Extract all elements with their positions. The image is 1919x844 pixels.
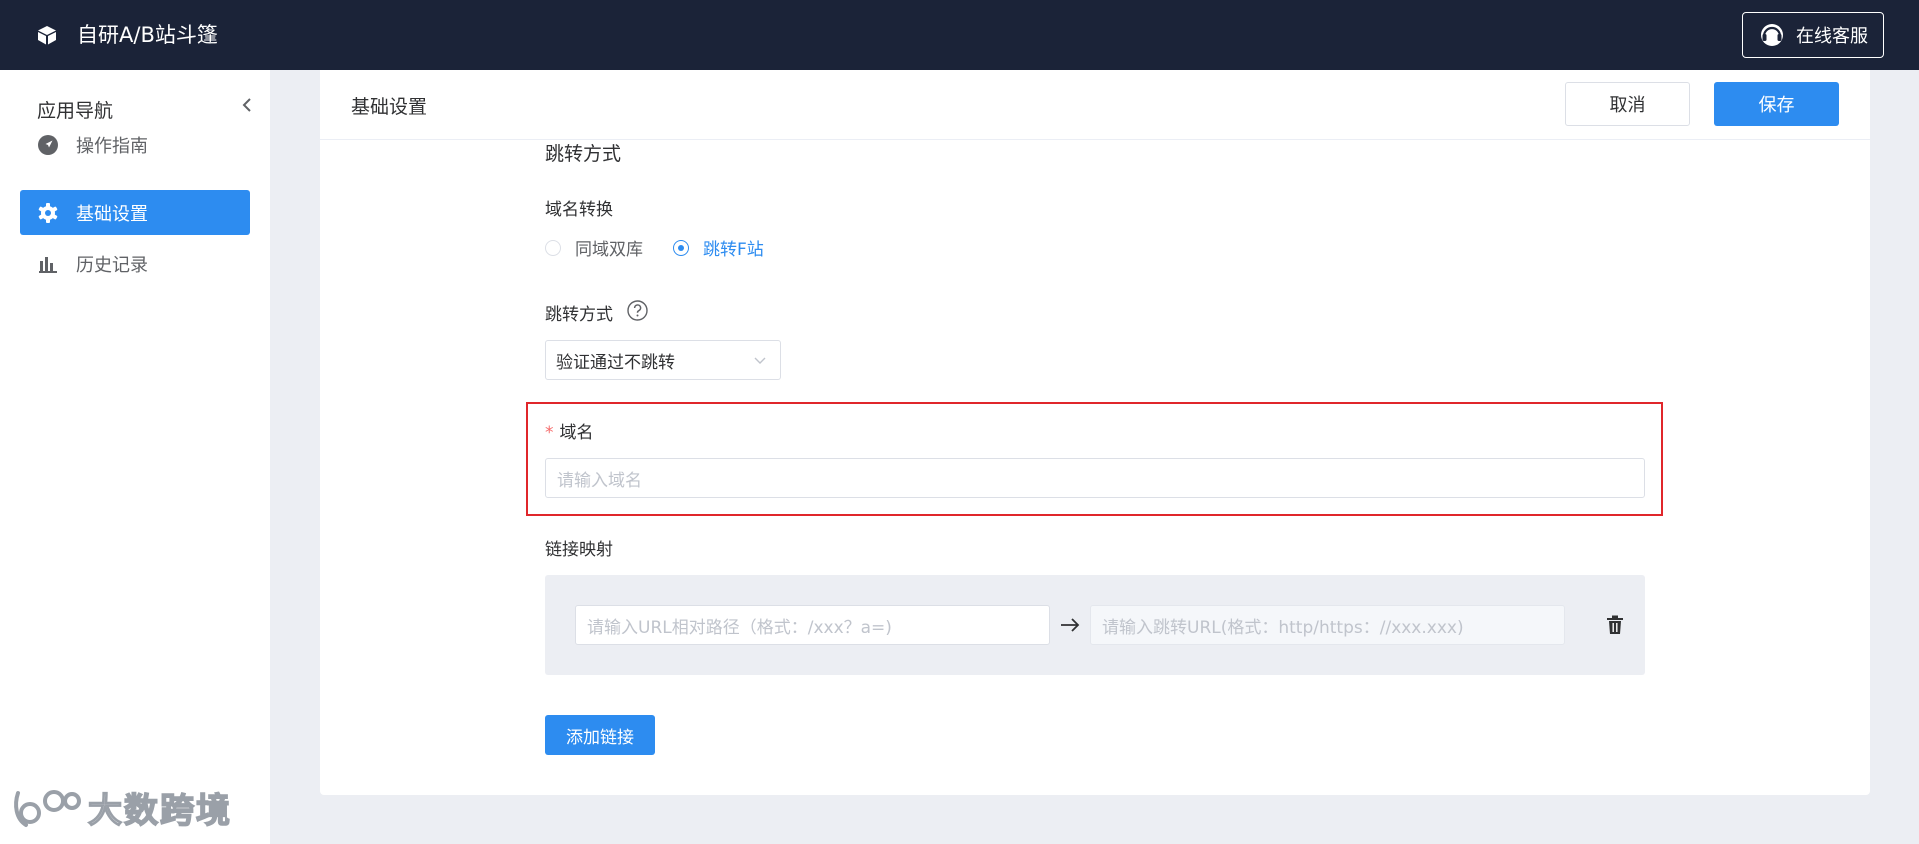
chevron-left-icon[interactable] xyxy=(238,96,256,114)
redirect-url-placeholder: 请输入跳转URL(格式：http/https：//xxx.xxx) xyxy=(1102,617,1464,638)
sidebar-header: 应用导航 xyxy=(37,100,114,122)
radio-label: 同域双库 xyxy=(575,240,643,260)
add-link-button[interactable]: 添加链接 xyxy=(545,715,655,755)
cancel-button[interactable]: 取消 xyxy=(1565,82,1690,126)
domain-input-placeholder: 请输入域名 xyxy=(557,470,642,491)
app-title: 自研A/B站斗篷 xyxy=(77,23,218,47)
sidebar-item-guide[interactable]: 操作指南 xyxy=(20,122,250,167)
watermark-logo-icon xyxy=(14,789,81,827)
page-title: 基础设置 xyxy=(351,96,428,118)
radio-label: 跳转F站 xyxy=(703,240,764,260)
card-header: 基础设置 取消 保存 xyxy=(320,70,1870,140)
online-support-button[interactable]: 在线客服 xyxy=(1742,12,1884,58)
url-path-input[interactable]: 请输入URL相对路径（格式：/xxx？a=) xyxy=(575,605,1050,645)
redirect-url-input[interactable]: 请输入跳转URL(格式：http/https：//xxx.xxx) xyxy=(1090,605,1565,645)
url-path-placeholder: 请输入URL相对路径（格式：/xxx？a=) xyxy=(587,617,892,638)
domain-input[interactable]: 请输入域名 xyxy=(545,458,1645,498)
sidebar-item-history[interactable]: 历史记录 xyxy=(20,241,250,286)
watermark: 大数跨境 xyxy=(10,783,232,832)
trash-icon[interactable] xyxy=(1606,615,1624,635)
radio-circle xyxy=(673,239,689,256)
chevron-down-icon xyxy=(754,357,766,364)
sidebar: 应用导航 操作指南 基础设置 历史记录 xyxy=(0,70,270,844)
online-support-label: 在线客服 xyxy=(1796,26,1868,47)
gear-icon xyxy=(38,202,58,223)
jump-mode-label: 跳转方式 xyxy=(545,305,613,325)
sidebar-item-label: 历史记录 xyxy=(76,254,148,276)
watermark-text: 大数跨境 xyxy=(87,790,232,832)
save-button[interactable]: 保存 xyxy=(1714,82,1839,126)
jump-mode-selected: 验证通过不跳转 xyxy=(556,352,675,373)
top-bar: 自研A/B站斗篷 在线客服 xyxy=(0,0,1919,70)
domain-label-row: * 域名 xyxy=(545,418,594,443)
question-circle-icon[interactable] xyxy=(627,300,648,321)
jump-mode-select[interactable]: 验证通过不跳转 xyxy=(545,340,781,380)
sidebar-item-label: 基础设置 xyxy=(76,203,148,225)
domain-conversion-radio-group: 同域双库 跳转F站 xyxy=(545,235,794,260)
arrow-right-icon xyxy=(1061,618,1080,632)
cube-icon xyxy=(38,26,56,45)
sidebar-item-label: 操作指南 xyxy=(76,135,148,157)
sidebar-item-basic-settings[interactable]: 基础设置 xyxy=(20,190,250,235)
section-title: 跳转方式 xyxy=(545,143,622,165)
radio-jump-f-site[interactable]: 跳转F站 xyxy=(673,235,764,260)
required-mark: * xyxy=(545,423,554,443)
domain-conversion-label: 域名转换 xyxy=(545,200,613,220)
link-mapping-label: 链接映射 xyxy=(545,540,613,560)
headset-icon xyxy=(1761,24,1783,46)
domain-label: 域名 xyxy=(559,423,594,443)
bar-chart-icon xyxy=(39,256,57,273)
navigation-arrow-icon xyxy=(38,134,58,155)
radio-same-domain[interactable]: 同域双库 xyxy=(545,235,643,260)
radio-circle xyxy=(545,239,561,256)
